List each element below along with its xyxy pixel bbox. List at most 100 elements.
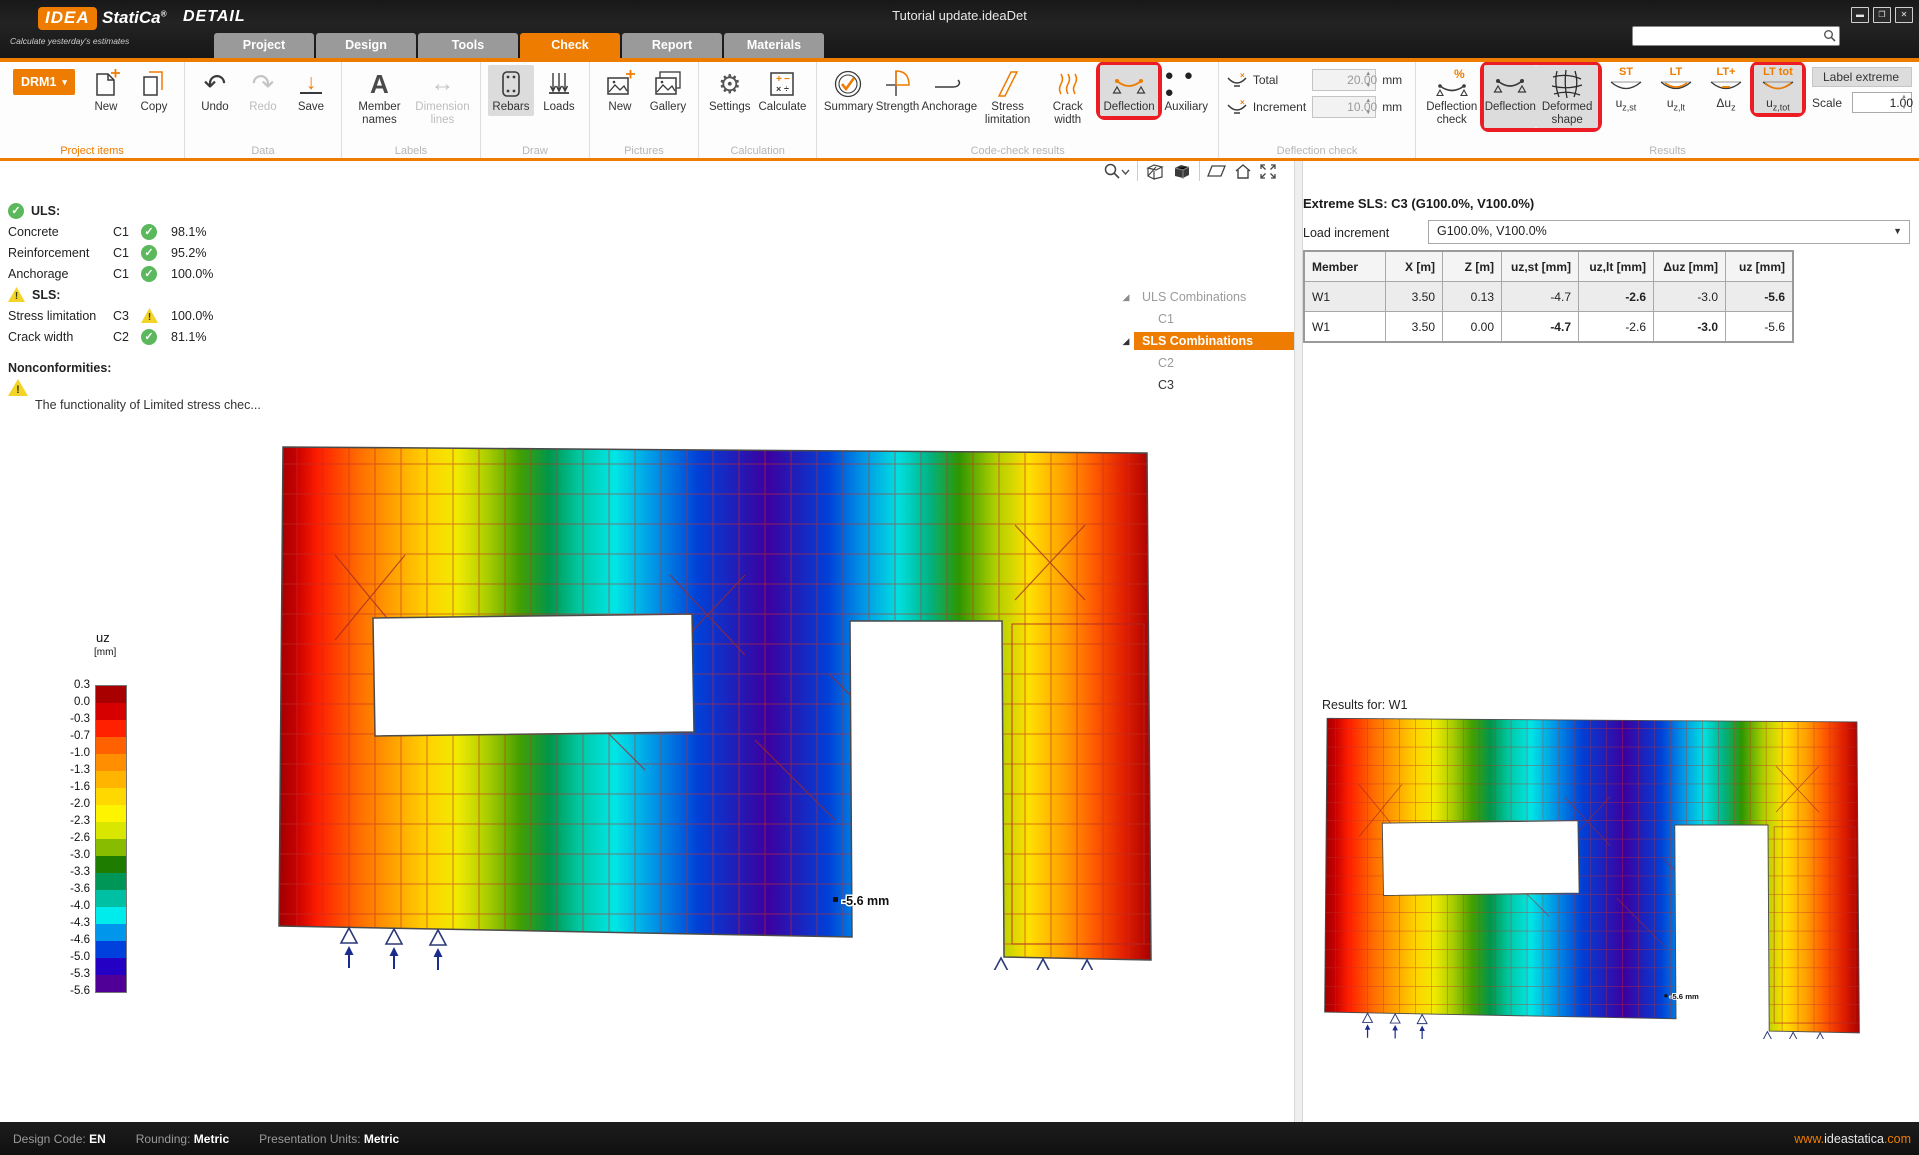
search-icon [1823,29,1836,42]
minimize-button[interactable]: ▬ [1851,7,1869,23]
tab-project[interactable]: Project [214,33,314,58]
load-increment-label: Load increment [1303,226,1389,240]
support-triangle-icon [1390,1014,1400,1023]
increment-toggle[interactable]: × Increment [1226,99,1306,115]
total-bowl-icon: × [1226,72,1248,88]
tree-item-sls-combinations[interactable]: ◢SLS Combinations [1118,330,1294,352]
search-input[interactable] [1632,26,1840,46]
svg-text:%: % [1454,68,1465,81]
check-ok-icon: ✓ [141,224,157,240]
expander-icon[interactable]: ◢ [1118,336,1134,347]
copy-button[interactable]: Copy [131,65,177,116]
legend-value-label: -1.0 [50,747,90,759]
increment-limit-field[interactable]: ▲▼ [1312,96,1376,118]
deflection-button[interactable]: Deflection [1100,65,1157,116]
legend-value-label: -1.3 [50,764,90,776]
stress-limitation-button[interactable]: Stress limitation [978,65,1037,128]
extreme-point-marker [833,897,838,902]
crack-width-button[interactable]: Crack width [1039,65,1096,128]
nonconformity-message[interactable]: The functionality of Limited stress chec… [35,398,268,412]
check-summary-row[interactable]: ConcreteC1✓98.1% [8,221,268,242]
total-toggle[interactable]: × Total [1226,72,1306,88]
gallery-button[interactable]: Gallery [645,65,691,116]
legend-unit: [mm] [94,647,162,658]
dimension-lines-button[interactable]: ↔ Dimension lines [412,65,473,128]
spinner[interactable]: ▲▼ [1362,98,1374,116]
project-item-selector[interactable]: DRM1▾ [13,69,75,95]
variant-uztot-button[interactable]: LT tot uz,tot [1754,65,1802,113]
member-deflection-contour-plot[interactable]: -5.6 mm [1322,714,1862,1039]
legend-color-band [96,720,126,737]
deflection-contour-plot[interactable]: -5.6 mm [275,440,1155,970]
check-summary-row[interactable]: Crack widthC2✓81.1% [8,326,268,347]
check-summary-row[interactable]: AnchorageC1✓100.0% [8,263,268,284]
extreme-value-label: -5.6 mm [842,894,889,908]
legend-color-band [96,737,126,754]
tab-materials[interactable]: Materials [724,33,824,58]
settings-button[interactable]: ⚙ Settings [706,65,754,116]
check-summary-row[interactable]: Stress limitationC3!100.0% [8,305,268,326]
table-row[interactable]: W13.500.13-4.7-2.6-3.0-5.6 [1304,282,1793,312]
maximize-button[interactable]: ❐ [1873,7,1891,23]
rebars-button[interactable]: Rebars [488,65,534,116]
table-row[interactable]: W13.500.00-4.7-2.6-3.0-5.6 [1304,312,1793,343]
zoom-tool-button[interactable] [1103,162,1130,180]
group-labels: A Member names ↔ Dimension lines Labels [342,62,481,158]
anchorage-button[interactable]: Anchorage [923,65,977,116]
loads-button[interactable]: Loads [536,65,582,116]
undo-button[interactable]: ↶ Undo [192,65,238,116]
save-button[interactable]: ↓ Save [288,65,334,116]
column-header: Z [m] [1443,251,1502,282]
document-title: Tutorial update.ideaDet [0,8,1919,23]
ideastatica-link[interactable]: www.ideastatica.com [1794,1132,1911,1146]
tab-check[interactable]: Check [520,33,620,58]
expander-icon[interactable]: ◢ [1118,292,1134,303]
label-extreme-toggle[interactable]: Label extreme [1812,67,1912,87]
check-summary-panel: ✓ ULS: ConcreteC1✓98.1%ReinforcementC1✓9… [8,200,268,412]
summary-button[interactable]: Summary [824,65,872,116]
extreme-point-marker [1664,994,1667,997]
home-view-button[interactable] [1234,163,1252,180]
deformed-shape-button[interactable]: Deformed shape [1536,65,1598,128]
panel-splitter[interactable] [1294,158,1303,1122]
scale-field[interactable]: ▲▼ [1852,92,1912,113]
calculate-button[interactable]: +−×÷ Calculate [756,65,810,116]
variant-duz-button[interactable]: LT+ Δuz [1702,65,1750,113]
solid-view-button[interactable] [1172,162,1192,181]
auxiliary-dots-icon: ● ● ● [1165,67,1208,101]
group-label-deflection-check: Deflection check [1219,145,1415,157]
total-limit-field[interactable]: ▲▼ [1312,69,1376,91]
spinner[interactable]: ▲▼ [1362,71,1374,89]
check-summary-row[interactable]: ReinforcementC1✓95.2% [8,242,268,263]
auxiliary-button[interactable]: ● ● ● Auxiliary [1162,65,1211,116]
tree-item-c1[interactable]: C1 [1118,308,1294,330]
tree-item-c3[interactable]: C3 [1118,374,1294,396]
zoom-fit-button[interactable] [1259,163,1277,180]
new-picture-button[interactable]: New [597,65,643,116]
spinner[interactable]: ▲▼ [1898,94,1910,111]
clip-plane-button[interactable] [1207,163,1227,179]
column-header: X [m] [1386,251,1443,282]
combination-id: C2 [113,330,141,344]
results-deflection-button[interactable]: Deflection [1484,65,1536,128]
variant-uzlt-button[interactable]: LT uz,lt [1652,65,1700,113]
new-project-item-button[interactable]: New [83,65,129,116]
tree-item-uls-combinations[interactable]: ◢ULS Combinations [1118,286,1294,308]
column-header: uz,st [mm] [1502,251,1579,282]
member-names-button[interactable]: A Member names [349,65,410,128]
redo-button[interactable]: ↷ Redo [240,65,286,116]
close-button[interactable]: ✕ [1895,7,1913,23]
strength-button[interactable]: Strength [875,65,921,116]
tab-report[interactable]: Report [622,33,722,58]
tab-tools[interactable]: Tools [418,33,518,58]
check-percentage: 95.2% [171,246,231,260]
variant-uzst-button[interactable]: ST uz,st [1602,65,1650,113]
load-increment-dropdown[interactable]: G100.0%, V100.0% ▼ [1428,220,1910,244]
tree-item-c2[interactable]: C2 [1118,352,1294,374]
wireframe-view-button[interactable] [1145,162,1165,181]
uls-summary-header: ✓ ULS: [8,200,268,221]
tab-design[interactable]: Design [316,33,416,58]
table-cell: -5.6 [1726,282,1794,312]
deflection-check-button[interactable]: % Deflection check [1423,65,1480,128]
copy-icon [139,67,169,101]
